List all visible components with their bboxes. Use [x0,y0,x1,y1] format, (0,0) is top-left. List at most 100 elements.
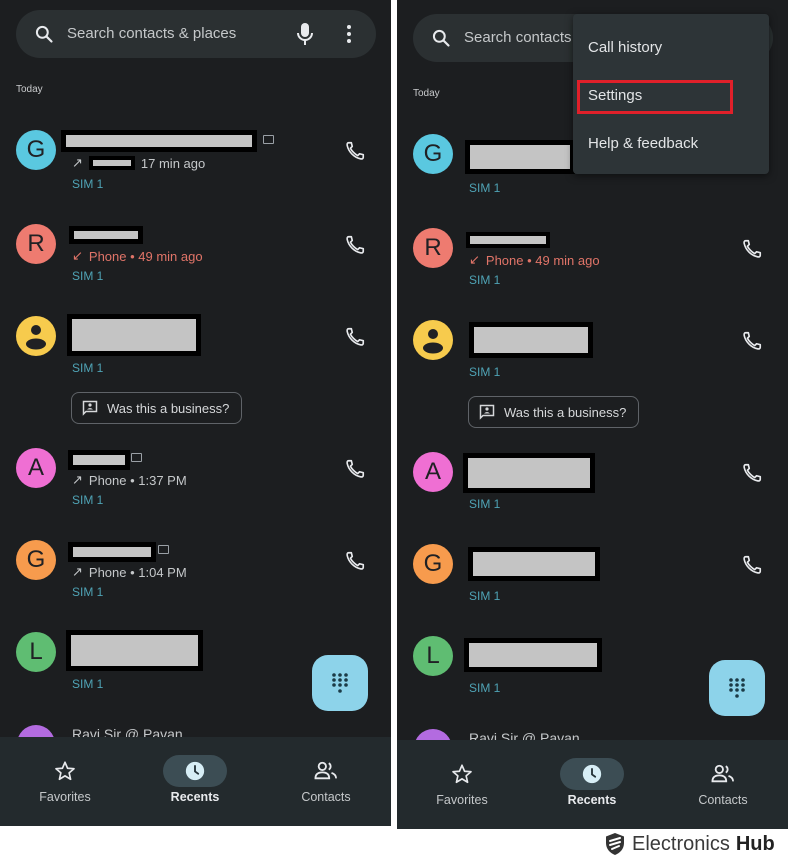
nav-recents[interactable]: Recents [527,740,657,829]
menu-item-help-feedback[interactable]: Help & feedback [573,123,769,163]
dialpad-icon [729,678,745,698]
sim-label: SIM 1 [469,273,501,287]
avatar: R [413,228,453,268]
call-log-entry[interactable]: R ↙ Phone • 49 min ago SIM 1 [0,222,391,287]
electronics-hub-watermark: Electronics Hub [604,832,775,856]
avatar: G [413,134,453,174]
star-icon [452,764,472,784]
outgoing-call-icon: ↗ [72,564,83,579]
menu-item-call-history[interactable]: Call history [573,27,769,67]
person-icon [26,325,46,350]
call-time: Phone • 1:37 PM [88,472,187,488]
call-log-entry[interactable]: G ↗ Phone • 1:04 PM SIM 1 [0,538,391,603]
person-icon [423,329,443,354]
phone-icon[interactable] [344,234,366,256]
dialpad-icon [332,673,348,693]
sim-label: SIM 1 [469,681,501,695]
call-log-entry[interactable]: SIM 1 Was this a business? [397,318,788,430]
search-icon [432,29,450,47]
phone-icon[interactable] [344,550,366,572]
avatar-initial: R [27,230,45,257]
nav-favorites[interactable]: Favorites [0,737,130,826]
call-log-entry[interactable]: A ↗ Phone • 1:37 PM SIM 1 [0,446,391,511]
call-log-entry[interactable]: G ↗ 17 min ago SIM 1 [0,128,391,198]
search-placeholder: Search contacts & places [67,25,237,42]
sim-label: SIM 1 [72,177,104,191]
section-label-today: Today [16,84,43,95]
redacted-name [466,232,550,248]
call-details: ↗ 17 min ago [72,155,205,171]
call-details: ↙ Phone • 49 min ago [72,248,203,264]
shield-logo-icon [606,833,624,855]
was-business-chip[interactable]: Was this a business? [468,396,639,428]
phone-icon[interactable] [741,554,763,576]
nav-label: Recents [567,793,617,807]
call-time: 17 min ago [140,155,206,171]
redacted-name [68,542,156,562]
redacted-name [68,450,130,470]
sim-label: SIM 1 [469,497,501,511]
nav-favorites[interactable]: Favorites [397,740,527,829]
overflow-menu: Call history Settings Help & feedback [573,14,769,174]
redacted-name [469,322,593,358]
avatar: G [413,544,453,584]
call-log-entry[interactable]: SIM 1 Was this a business? [0,314,391,426]
clock-icon [582,764,602,784]
avatar-initial: A [27,454,44,481]
phone-icon[interactable] [741,238,763,260]
bottom-navigation: Favorites Recents Contacts [0,737,391,826]
dialpad-button[interactable] [312,655,368,711]
call-log-entry[interactable]: R ↙ Phone • 49 min ago SIM 1 [397,226,788,291]
dialer-screen-menu-open: Search contacts Today G SIM 1 R ↙ Phone … [397,0,788,829]
dialpad-button[interactable] [709,660,765,716]
avatar-initial: G [423,550,443,577]
clock-icon [185,761,205,781]
avatar: A [413,452,453,492]
nav-recents[interactable]: Recents [130,737,260,826]
redacted-name [61,130,257,152]
sim-label: SIM 1 [72,493,104,507]
hd-call-icon [131,453,142,462]
call-log-entry[interactable]: A SIM 1 [397,450,788,515]
nav-contacts[interactable]: Contacts [261,737,391,826]
nav-label: Contacts [301,790,351,804]
was-business-label: Was this a business? [107,400,230,416]
sim-label: SIM 1 [72,269,104,283]
search-bar[interactable]: Search contacts & places [16,10,376,58]
brand-text: Electronics [632,832,730,855]
phone-icon[interactable] [344,326,366,348]
call-time: Phone • 49 min ago [88,248,203,264]
avatar: R [16,224,56,264]
people-icon [711,764,734,783]
call-details: ↗ Phone • 1:04 PM [72,564,187,580]
call-time: Phone • 49 min ago [485,252,600,268]
business-feedback-icon [479,404,495,420]
call-log-entry[interactable]: G SIM 1 [397,542,788,607]
sim-label: SIM 1 [469,181,501,195]
nav-contacts[interactable]: Contacts [658,740,788,829]
phone-icon[interactable] [741,330,763,352]
was-business-chip[interactable]: Was this a business? [71,392,242,424]
outgoing-call-icon: ↗ [72,472,83,487]
phone-icon[interactable] [344,458,366,480]
nav-label: Favorites [436,793,488,807]
avatar-initial: G [26,546,46,573]
microphone-icon[interactable] [296,22,314,46]
nav-label: Contacts [698,793,748,807]
redacted-name [69,226,143,244]
phone-icon[interactable] [344,140,366,162]
hd-call-icon [263,135,274,144]
was-business-label: Was this a business? [504,404,627,420]
redacted-number [88,156,135,170]
phone-icon[interactable] [741,462,763,484]
redacted-name [463,453,595,493]
avatar [413,320,453,360]
brand-text-bold: Hub [735,832,775,855]
sim-label: SIM 1 [72,677,104,691]
more-options-icon[interactable] [342,24,356,44]
settings-highlight-box [577,80,733,114]
avatar: G [16,130,56,170]
avatar: G [16,540,56,580]
avatar-initial: G [26,136,46,163]
nav-label: Recents [170,790,220,804]
